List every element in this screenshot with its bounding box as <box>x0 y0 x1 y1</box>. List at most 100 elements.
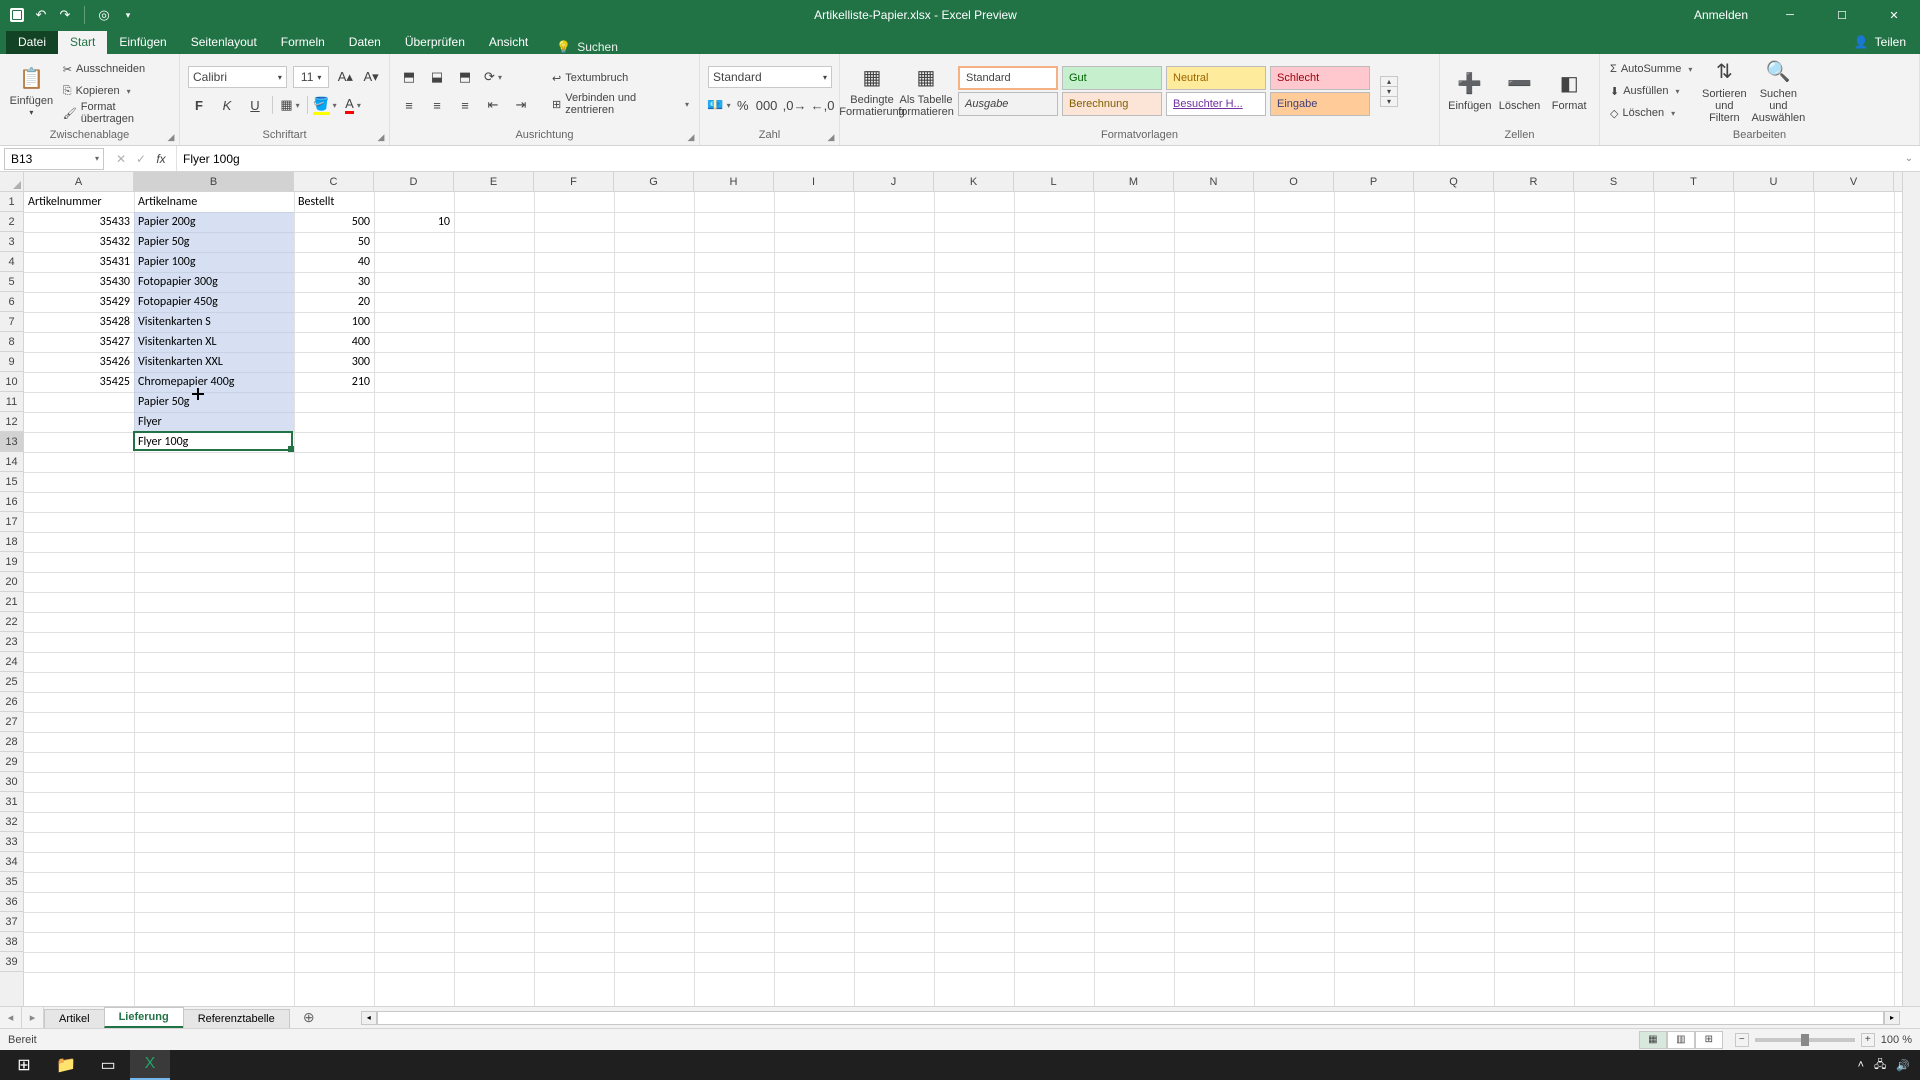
row-header-13[interactable]: 13 <box>0 432 23 452</box>
cell-A6[interactable]: 35429 <box>24 292 134 312</box>
spreadsheet-grid[interactable]: ABCDEFGHIJKLMNOPQRSTUV 12345678910111213… <box>0 172 1920 1006</box>
taskbar-app-icon[interactable]: ▭ <box>88 1050 128 1080</box>
expand-formula-bar-icon[interactable]: ⌄ <box>1898 153 1920 164</box>
bold-button[interactable]: F <box>188 94 210 116</box>
style-eingabe[interactable]: Eingabe <box>1270 92 1370 116</box>
row-header-39[interactable]: 39 <box>0 952 23 972</box>
column-header-K[interactable]: K <box>934 172 1014 191</box>
style-berechnung[interactable]: Berechnung <box>1062 92 1162 116</box>
style-gut[interactable]: Gut <box>1062 66 1162 90</box>
taskbar-explorer-icon[interactable]: 📁 <box>46 1050 86 1080</box>
cell-A10[interactable]: 35425 <box>24 372 134 392</box>
row-header-31[interactable]: 31 <box>0 792 23 812</box>
cell-B4[interactable]: Papier 100g <box>134 252 294 272</box>
cut-button[interactable]: ✂Ausschneiden <box>61 59 171 79</box>
cell-A7[interactable]: 35428 <box>24 312 134 332</box>
align-bottom-icon[interactable]: ⬒ <box>454 66 476 88</box>
quickprint-icon[interactable]: ◎ <box>95 6 113 24</box>
cell-A5[interactable]: 35430 <box>24 272 134 292</box>
cell-B3[interactable]: Papier 50g <box>134 232 294 252</box>
align-center-icon[interactable]: ≡ <box>426 94 448 116</box>
comma-format-icon[interactable]: 000 <box>756 94 778 116</box>
sheet-nav-last-icon[interactable]: ▸ <box>22 1007 44 1029</box>
cell-B12[interactable]: Flyer <box>134 412 294 432</box>
increase-decimal-icon[interactable]: ,0→ <box>784 94 806 116</box>
accept-formula-icon[interactable]: ✓ <box>132 152 150 166</box>
cell-B5[interactable]: Fotopapier 300g <box>134 272 294 292</box>
save-icon[interactable] <box>8 6 26 24</box>
row-header-4[interactable]: 4 <box>0 252 23 272</box>
row-header-1[interactable]: 1 <box>0 192 23 212</box>
column-header-B[interactable]: B <box>134 172 294 191</box>
row-header-9[interactable]: 9 <box>0 352 23 372</box>
row-header-3[interactable]: 3 <box>0 232 23 252</box>
name-box[interactable]: B13 <box>4 148 104 170</box>
column-header-S[interactable]: S <box>1574 172 1654 191</box>
tellme-search[interactable]: 💡 Suchen <box>556 40 618 54</box>
cell-C8[interactable]: 400 <box>294 332 374 352</box>
dialog-launcher-icon[interactable]: ◢ <box>825 131 837 143</box>
tab-formeln[interactable]: Formeln <box>269 31 337 54</box>
tab-einfuegen[interactable]: Einfügen <box>107 31 178 54</box>
column-header-F[interactable]: F <box>534 172 614 191</box>
row-header-18[interactable]: 18 <box>0 532 23 552</box>
view-page-break-icon[interactable]: ⊞ <box>1695 1031 1723 1049</box>
number-format-combo[interactable]: Standard▾ <box>708 66 832 88</box>
cell-C2[interactable]: 500 <box>294 212 374 232</box>
increase-indent-icon[interactable]: ⇥ <box>510 94 532 116</box>
cell-C7[interactable]: 100 <box>294 312 374 332</box>
row-header-22[interactable]: 22 <box>0 612 23 632</box>
tab-ueberpruefen[interactable]: Überprüfen <box>393 31 477 54</box>
row-header-2[interactable]: 2 <box>0 212 23 232</box>
cell-B10[interactable]: Chromepapier 400g <box>134 372 294 392</box>
tab-start[interactable]: Start <box>58 31 107 54</box>
cell-D2[interactable]: 10 <box>374 212 454 232</box>
column-header-I[interactable]: I <box>774 172 854 191</box>
tab-ansicht[interactable]: Ansicht <box>477 31 540 54</box>
cell-A8[interactable]: 35427 <box>24 332 134 352</box>
maximize-button[interactable]: ☐ <box>1820 0 1864 30</box>
accounting-format-icon[interactable]: 💶 <box>708 94 730 116</box>
insert-cells-button[interactable]: ➕Einfügen <box>1448 58 1492 124</box>
decrease-decimal-icon[interactable]: ←,0 <box>812 94 834 116</box>
sheet-tab-referenz[interactable]: Referenztabelle <box>183 1009 290 1028</box>
cancel-formula-icon[interactable]: ✕ <box>112 152 130 166</box>
cell-B6[interactable]: Fotopapier 450g <box>134 292 294 312</box>
row-header-14[interactable]: 14 <box>0 452 23 472</box>
style-standard[interactable]: Standard <box>958 66 1058 90</box>
row-header-16[interactable]: 16 <box>0 492 23 512</box>
cell-C3[interactable]: 50 <box>294 232 374 252</box>
paste-button[interactable]: 📋 Einfügen ▾ <box>8 58 55 124</box>
zoom-slider[interactable] <box>1755 1038 1855 1042</box>
cell-A1[interactable]: Artikelnummer <box>24 192 134 212</box>
row-header-34[interactable]: 34 <box>0 852 23 872</box>
start-button[interactable]: ⊞ <box>4 1050 44 1080</box>
view-page-layout-icon[interactable]: ▥ <box>1667 1031 1695 1049</box>
row-header-24[interactable]: 24 <box>0 652 23 672</box>
fill-button[interactable]: ⬇Ausfüllen <box>1608 81 1694 101</box>
row-header-28[interactable]: 28 <box>0 732 23 752</box>
column-header-T[interactable]: T <box>1654 172 1734 191</box>
column-header-D[interactable]: D <box>374 172 454 191</box>
align-middle-icon[interactable]: ⬓ <box>426 66 448 88</box>
cell-B2[interactable]: Papier 200g <box>134 212 294 232</box>
align-left-icon[interactable]: ≡ <box>398 94 420 116</box>
align-right-icon[interactable]: ≡ <box>454 94 476 116</box>
sheet-nav-first-icon[interactable]: ◂ <box>0 1007 22 1029</box>
column-header-U[interactable]: U <box>1734 172 1814 191</box>
format-as-table-button[interactable]: ▦Als Tabelle formatieren <box>902 58 950 124</box>
percent-format-icon[interactable]: % <box>736 94 750 116</box>
zoom-out-button[interactable]: − <box>1735 1033 1749 1047</box>
decrease-indent-icon[interactable]: ⇤ <box>482 94 504 116</box>
style-ausgabe[interactable]: Ausgabe <box>958 92 1058 116</box>
cell-B7[interactable]: Visitenkarten S <box>134 312 294 332</box>
find-select-button[interactable]: 🔍Suchen und Auswählen <box>1754 58 1802 124</box>
cell-C6[interactable]: 20 <box>294 292 374 312</box>
cell-B11[interactable]: Papier 50g <box>134 392 294 412</box>
redo-icon[interactable]: ↷ <box>56 6 74 24</box>
cell-B1[interactable]: Artikelname <box>134 192 294 212</box>
row-header-17[interactable]: 17 <box>0 512 23 532</box>
autosum-button[interactable]: ΣAutoSumme <box>1608 59 1694 79</box>
fill-color-button[interactable]: 🪣 <box>314 94 336 116</box>
row-header-33[interactable]: 33 <box>0 832 23 852</box>
